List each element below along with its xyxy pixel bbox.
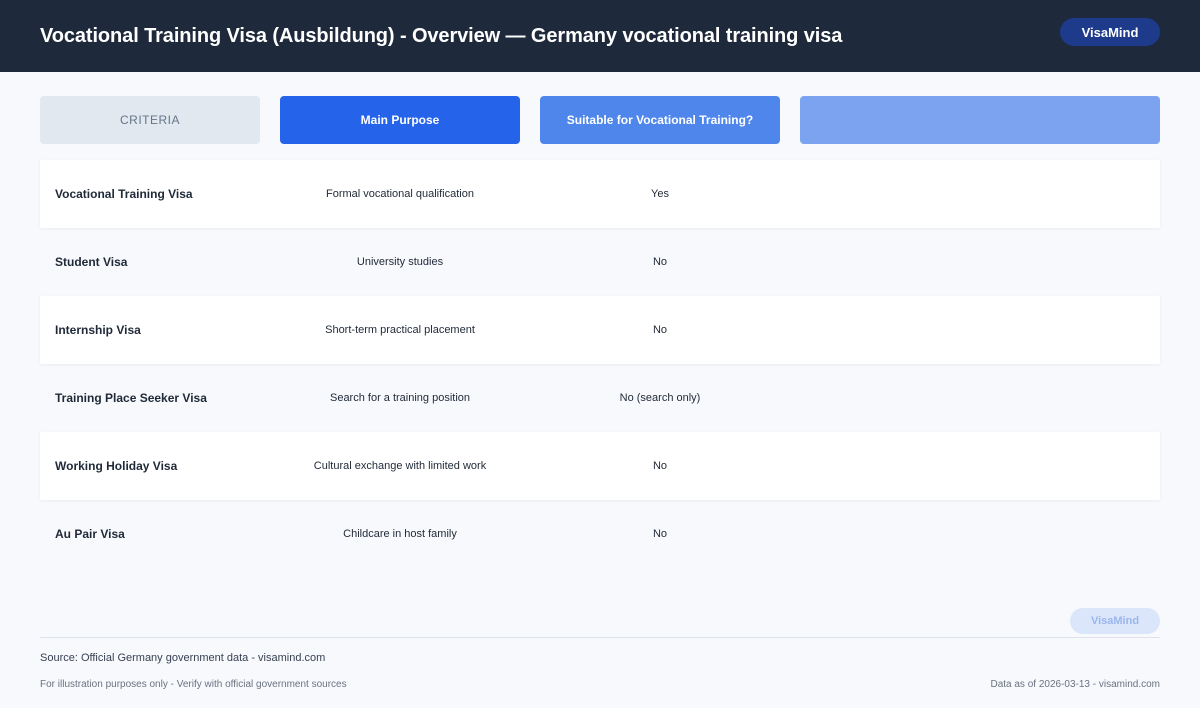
table-row: Vocational Training Visa Formal vocation… (40, 160, 1160, 228)
row-criteria-label: Vocational Training Visa (55, 187, 193, 201)
page-title: Vocational Training Visa (Ausbildung) - … (40, 24, 843, 47)
row-main-purpose: Childcare in host family (343, 527, 457, 540)
row-main-purpose: Cultural exchange with limited work (313, 459, 487, 472)
row-main-purpose: Search for a training position (329, 391, 471, 404)
table-row: Internship Visa Short-term practical pla… (40, 296, 1160, 364)
row-suitable-value: No (652, 460, 668, 472)
row-suitable-value: No (652, 256, 668, 268)
table-row: Training Place Seeker Visa Search for a … (40, 364, 1160, 432)
row-suitable-value: Yes (651, 188, 669, 200)
row-suitable-value: No (652, 528, 668, 540)
column-header-criteria: CRITERIA (40, 96, 260, 144)
comparison-table-header: CRITERIA Main Purpose Suitable for Vocat… (40, 96, 1160, 144)
row-criteria-label: Student Visa (55, 255, 128, 269)
row-criteria-label: Au Pair Visa (55, 527, 125, 541)
row-main-purpose: Short-term practical placement (325, 323, 475, 336)
row-suitable-value: No (search only) (619, 392, 701, 404)
row-main-purpose: Formal vocational qualification (326, 187, 474, 200)
table-row: Working Holiday Visa Cultural exchange w… (40, 432, 1160, 500)
row-criteria-label: Internship Visa (55, 323, 141, 337)
source-note: Source: Official Germany government data… (40, 652, 326, 664)
brand-badge[interactable]: VisaMind (1060, 18, 1160, 46)
row-criteria-label: Training Place Seeker Visa (55, 391, 207, 405)
disclaimer-note: For illustration purposes only - Verify … (40, 679, 347, 690)
comparison-table-body: Vocational Training Visa Formal vocation… (40, 160, 1160, 568)
data-date-note: Data as of 2026-03-13 - visamind.com (990, 679, 1160, 690)
column-header-main-purpose: Main Purpose (280, 96, 520, 144)
brand-watermark: VisaMind (1070, 608, 1160, 634)
row-suitable-value: No (652, 324, 668, 336)
row-criteria-label: Working Holiday Visa (55, 459, 178, 473)
footer-divider (40, 637, 1160, 638)
row-main-purpose: University studies (356, 255, 444, 268)
table-row: Student Visa University studies No (40, 228, 1160, 296)
page-header: Vocational Training Visa (Ausbildung) - … (0, 0, 1200, 72)
column-header-extra (800, 96, 1160, 144)
table-row: Au Pair Visa Childcare in host family No (40, 500, 1160, 568)
column-header-suitable: Suitable for Vocational Training? (540, 96, 780, 144)
